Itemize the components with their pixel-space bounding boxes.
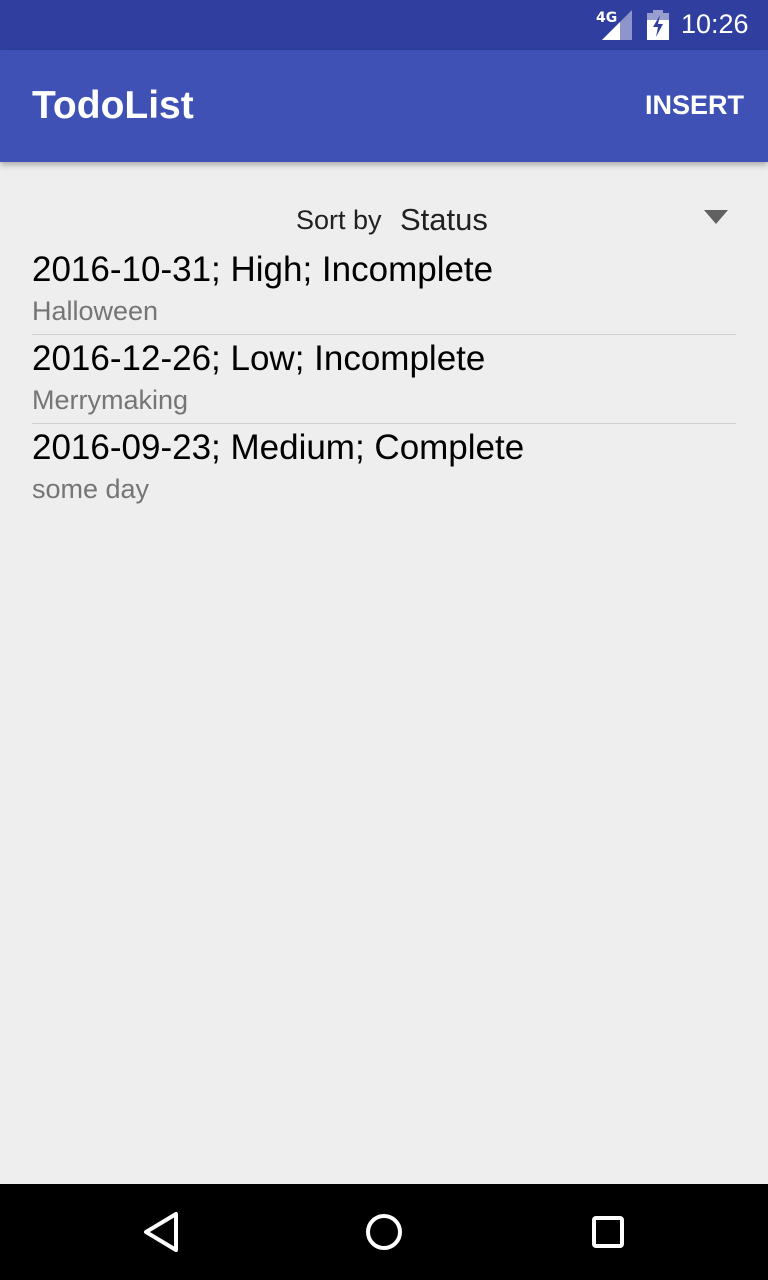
app-bar: TodoList INSERT — [0, 50, 768, 162]
sort-selected-value: Status — [400, 202, 488, 237]
app-title: TodoList — [32, 84, 194, 127]
todo-summary: 2016-10-31; High; Incomplete — [32, 250, 494, 289]
todo-description: Halloween — [32, 296, 159, 326]
todo-summary: 2016-09-23; Medium; Complete — [32, 428, 525, 467]
cell-signal-icon — [602, 10, 632, 40]
todo-item[interactable]: 2016-09-23; Medium; Complete some day — [32, 424, 736, 512]
sort-spinner[interactable]: Status — [400, 196, 740, 244]
todo-description: Merrymaking — [32, 385, 189, 415]
dropdown-arrow-icon — [704, 210, 728, 224]
todo-item[interactable]: 2016-10-31; High; Incomplete Halloween — [32, 246, 736, 334]
todo-summary: 2016-12-26; Low; Incomplete — [32, 339, 486, 378]
todo-description: some day — [32, 474, 150, 504]
battery-charging-icon — [647, 10, 669, 40]
todo-list: 2016-10-31; High; Incomplete Halloween 2… — [32, 246, 736, 512]
insert-button[interactable]: INSERT — [645, 90, 744, 121]
home-icon[interactable] — [354, 1202, 414, 1262]
todo-item[interactable]: 2016-12-26; Low; Incomplete Merrymaking — [32, 335, 736, 423]
sort-row: Sort by Status — [0, 196, 768, 244]
recents-icon[interactable] — [578, 1202, 638, 1262]
screen: 4G 10:26 TodoList INSERT Sort by Status … — [0, 0, 768, 1280]
status-bar: 4G 10:26 — [0, 0, 768, 50]
navigation-bar — [0, 1184, 768, 1280]
sort-by-label: Sort by — [296, 205, 382, 235]
clock: 10:26 — [681, 9, 749, 39]
back-icon[interactable] — [130, 1202, 190, 1262]
